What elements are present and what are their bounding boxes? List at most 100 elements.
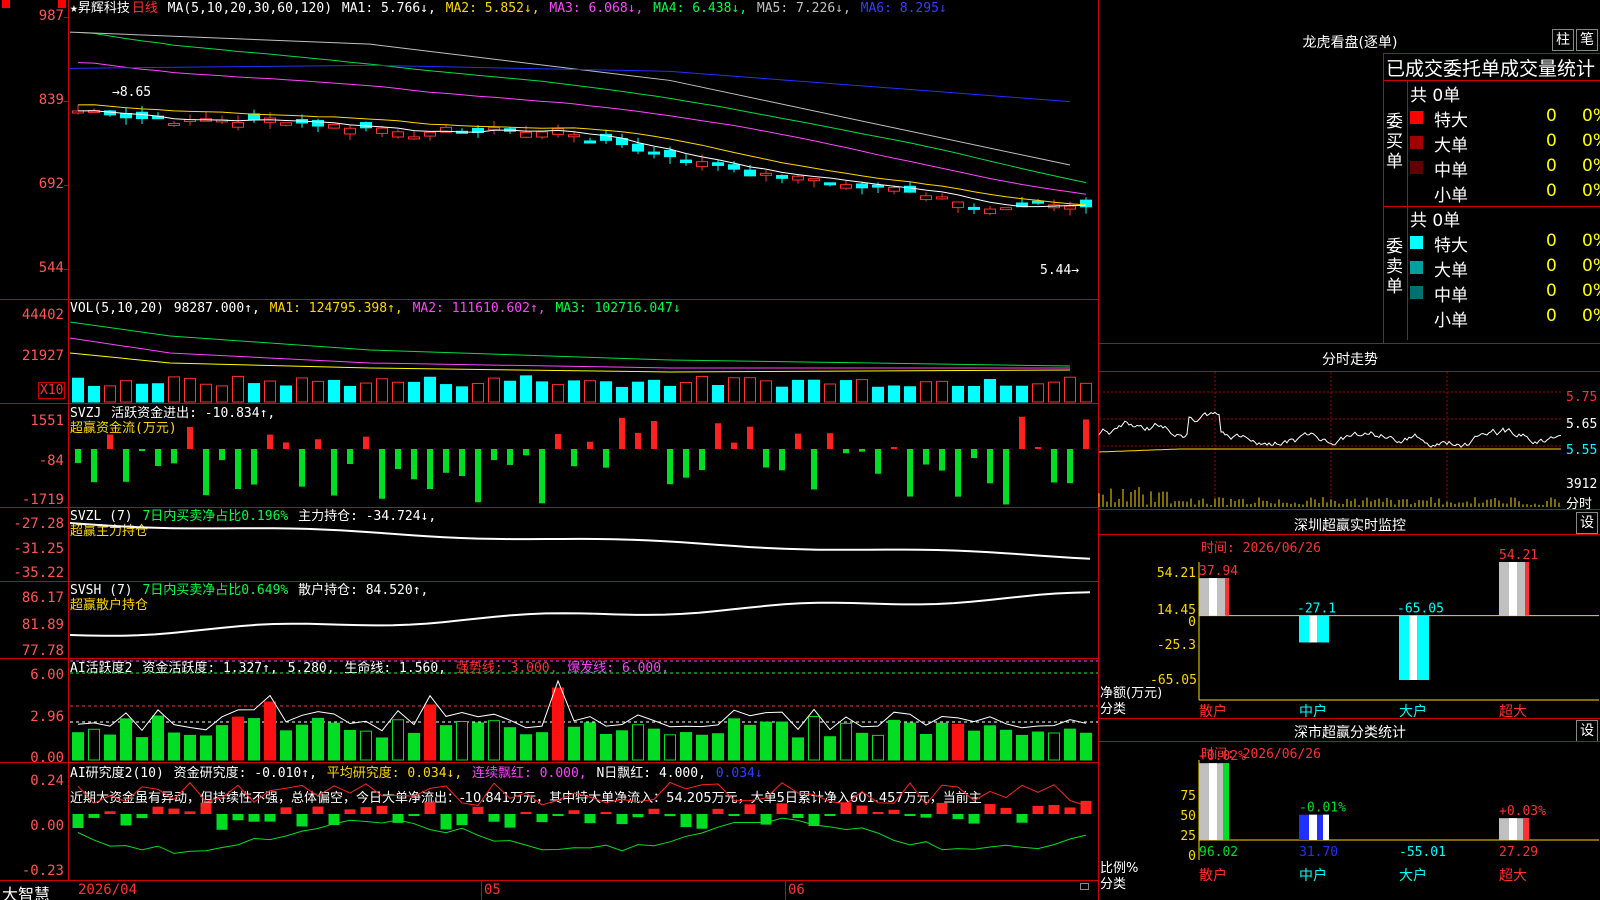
candle-body bbox=[744, 169, 756, 177]
volume-bar bbox=[408, 381, 420, 403]
color-swatch bbox=[1410, 261, 1423, 274]
vol-unit[interactable]: X10 bbox=[38, 382, 66, 399]
research-bar bbox=[600, 811, 612, 814]
classify-category-label: 超大 bbox=[1499, 868, 1527, 884]
flow-bar bbox=[907, 449, 913, 497]
flow-bar bbox=[763, 449, 769, 468]
flow-bar bbox=[283, 442, 289, 449]
candle-body bbox=[648, 151, 660, 155]
classify-value-label: 96.02 bbox=[1199, 845, 1238, 860]
fund-flow-chart[interactable] bbox=[70, 405, 1098, 505]
ai-research-chart[interactable] bbox=[70, 764, 1098, 880]
flow-bar bbox=[523, 449, 529, 456]
monitor-bar-chart[interactable]: 37.94散户-27.1中户-65.05大户54.21超大 bbox=[1198, 540, 1599, 720]
candle-body bbox=[664, 149, 676, 158]
corner-marker bbox=[2, 0, 10, 8]
activity-bar bbox=[520, 734, 532, 761]
row-count: 0 bbox=[1546, 256, 1557, 276]
flow-bar bbox=[155, 449, 161, 466]
svzj-y-label: 1551 bbox=[30, 413, 64, 429]
volume-bar bbox=[168, 376, 180, 403]
candle-body bbox=[168, 122, 180, 126]
volume-bar bbox=[520, 375, 532, 403]
research-bar bbox=[488, 814, 500, 822]
volume-bar bbox=[456, 386, 468, 403]
volume-bar bbox=[152, 383, 164, 403]
research-bar bbox=[504, 814, 516, 828]
research-bar bbox=[344, 809, 356, 814]
activity-bar bbox=[424, 704, 436, 761]
candlestick-chart[interactable] bbox=[69, 20, 1098, 298]
color-swatch bbox=[1410, 161, 1423, 174]
ai-activity-chart[interactable] bbox=[70, 660, 1098, 761]
intraday-y-label: 5.55 bbox=[1566, 443, 1598, 458]
row-count: 0 bbox=[1546, 131, 1557, 151]
activity-bar bbox=[568, 726, 580, 761]
row-count: 0 bbox=[1546, 181, 1557, 201]
activity-bar bbox=[808, 716, 820, 761]
research-bar bbox=[968, 814, 980, 824]
candle-body bbox=[136, 111, 148, 120]
intraday-y-label: 5.65 bbox=[1566, 417, 1598, 432]
flow-bar bbox=[923, 449, 929, 465]
monitor-value-label: 54.21 bbox=[1499, 548, 1538, 563]
volume-bar bbox=[1048, 381, 1060, 403]
classify-title: 深市超赢分类统计 bbox=[1294, 725, 1406, 741]
research-bar bbox=[712, 808, 724, 814]
activity-bar bbox=[248, 718, 260, 761]
research-bar bbox=[264, 814, 276, 822]
activity-bar bbox=[328, 722, 340, 761]
bar-toggle-button[interactable]: 柱 bbox=[1552, 29, 1574, 51]
candle-body bbox=[280, 122, 292, 126]
flow-bar bbox=[539, 449, 545, 504]
monitor-settings-button[interactable]: 设 bbox=[1576, 512, 1598, 534]
row-percent: 0% bbox=[1582, 181, 1600, 201]
row-count: 0 bbox=[1546, 231, 1557, 251]
color-swatch bbox=[1410, 136, 1423, 149]
activity-bar bbox=[232, 716, 244, 761]
candle-body bbox=[872, 184, 884, 188]
volume-bar bbox=[184, 377, 196, 403]
ai-active-y-label: 6.00 bbox=[30, 667, 64, 683]
activity-bar bbox=[584, 722, 596, 761]
research-bar bbox=[664, 814, 676, 817]
volume-bar bbox=[920, 381, 932, 403]
classify-bar-chart[interactable]: +0.02% 96.02 散户 -0.01% 31.70 中户 -55.01 大户 +0.03%… bbox=[1198, 749, 1599, 900]
classify-bar-highlight bbox=[1209, 763, 1217, 840]
classify-bar bbox=[1499, 818, 1529, 840]
research-bar bbox=[1032, 805, 1044, 814]
pen-toggle-button[interactable]: 笔 bbox=[1576, 29, 1598, 51]
flow-bar bbox=[715, 423, 721, 449]
classify-settings-button[interactable]: 设 bbox=[1576, 720, 1598, 742]
stock-name[interactable]: ★昇辉科技 bbox=[70, 1, 130, 16]
retail-position-chart[interactable] bbox=[69, 583, 1098, 657]
candle-body bbox=[232, 121, 244, 128]
volume-bar bbox=[88, 385, 100, 403]
flow-bar bbox=[91, 449, 97, 483]
main-position-chart[interactable] bbox=[69, 509, 1098, 581]
research-bar bbox=[920, 814, 932, 818]
classify-bar-highlight bbox=[1509, 818, 1517, 840]
period-label[interactable]: 日线 bbox=[132, 1, 158, 16]
research-bar bbox=[312, 806, 324, 814]
flow-bar bbox=[955, 449, 961, 497]
intraday-y-label: 5.75 bbox=[1566, 390, 1598, 405]
ai-active-y-label: 0.00 bbox=[30, 750, 64, 766]
lock-icon[interactable] bbox=[1080, 883, 1089, 890]
intraday-title[interactable]: 分时走势 bbox=[1100, 349, 1600, 369]
flow-bar bbox=[555, 434, 561, 449]
flow-bar bbox=[459, 449, 465, 477]
vol-legend: VOL(5,10,20) 98287.000↑, MA1: 124795.398… bbox=[70, 301, 683, 316]
vol-y-label: 44402 bbox=[21, 307, 64, 323]
research-bar bbox=[184, 811, 196, 814]
volume-bar bbox=[296, 377, 308, 403]
flow-bar bbox=[939, 449, 945, 471]
intraday-chart[interactable] bbox=[1098, 372, 1563, 507]
activity-bar bbox=[920, 733, 932, 761]
ma3-value: MA3: 6.068↓, bbox=[549, 1, 644, 16]
vol-ma3: MA3: 102716.047↓ bbox=[555, 301, 681, 316]
volume-bar bbox=[984, 378, 996, 403]
volume-bar bbox=[280, 385, 292, 403]
sell-row: 特大 0 0% bbox=[1410, 231, 1600, 256]
volume-chart[interactable] bbox=[69, 318, 1098, 403]
